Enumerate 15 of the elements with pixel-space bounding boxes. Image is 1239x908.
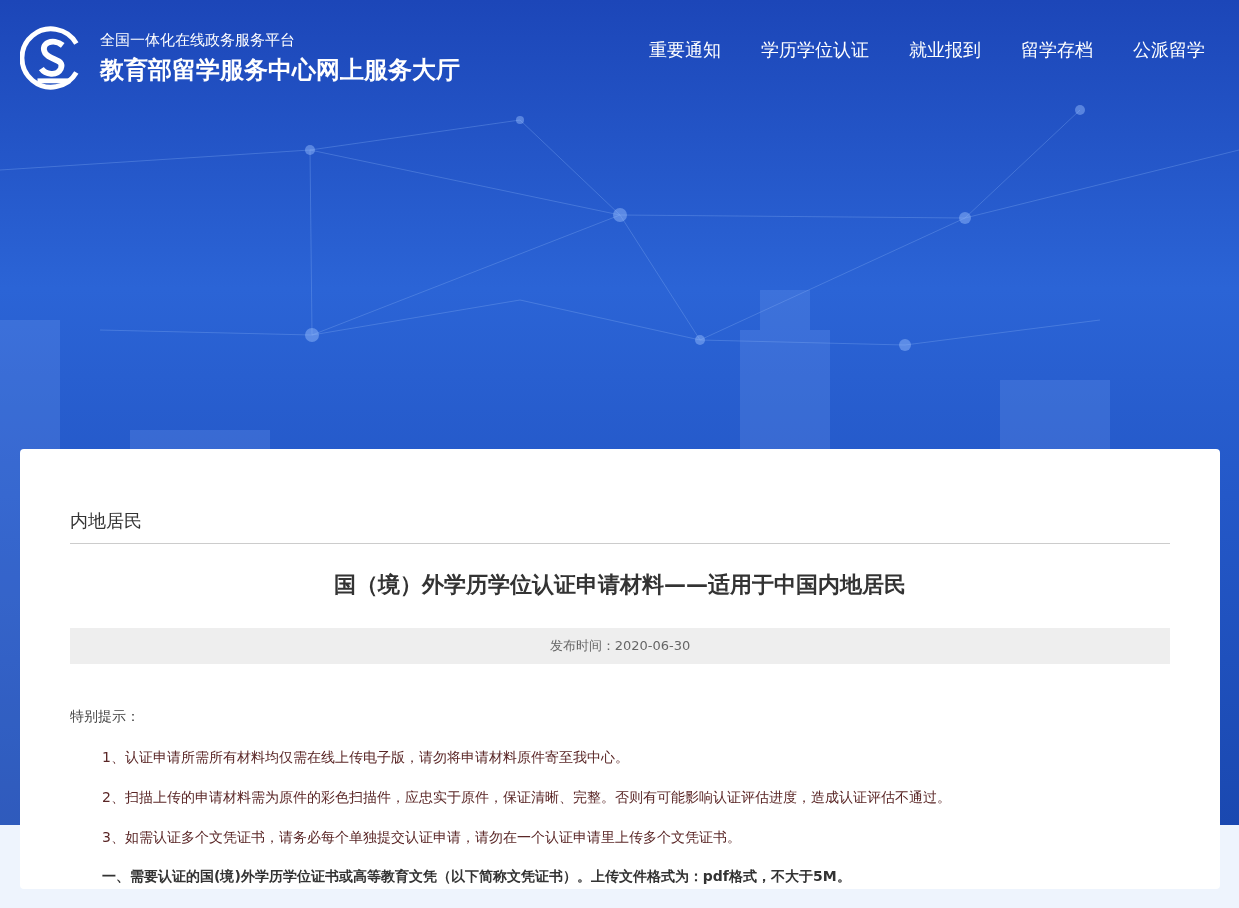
notice-text: 1、认证申请所需所有材料均仅需在线上传电子版，请勿将申请材料原件寄至我中心。 [102,748,630,766]
notice-text: 3、如需认证多个文凭证书，请务必每个单独提交认证申请，请勿在一个认证申请里上传多个文凭证书。 [102,828,742,846]
nav-link[interactable]: 重要通知 [645,36,725,64]
site-title: 教育部留学服务中心网上服务大厅 [100,54,460,86]
nav-link[interactable]: 就业报到 [905,36,985,64]
platform-subtitle: 全国一体化在线政务服务平台 [100,30,296,50]
notice-text: 2、扫描上传的申请材料需为原件的彩色扫描件，应忠实于原件，保证清晰、完整。否则有可能影响认证评估进度，造成认证评估不通过。 [102,788,952,806]
publish-date: 发布时间：2020-06-30 [549,637,691,655]
category-label: 内地居民 [70,509,1170,544]
article-title: 国（境）外学历学位认证申请材料——适用于中国内地居民 [333,571,907,599]
nav-link[interactable]: 公派留学 [1129,36,1209,64]
notice-label: 特别提示： [70,708,141,726]
nav-link[interactable]: 留学存档 [1017,36,1097,64]
nav-link[interactable]: 学历学位认证 [757,36,873,64]
section-heading: 一、需要认证的国(境)外学历学位证书或高等教育文凭（以下简称文凭证书）。上传文件格式为：pdf格式，不大于5M。 [102,868,852,886]
